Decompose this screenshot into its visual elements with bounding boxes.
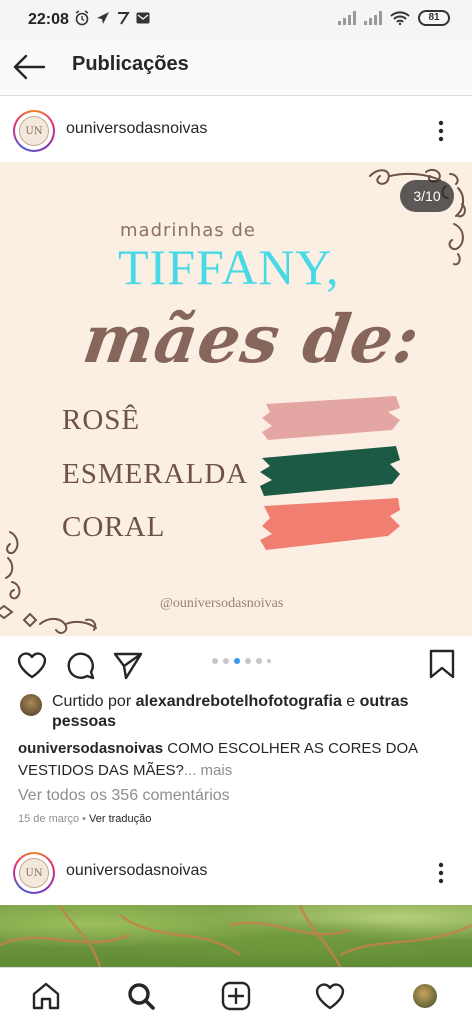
heart-icon[interactable]	[16, 650, 48, 680]
arrow-left-icon[interactable]	[12, 52, 46, 82]
liked-by-text[interactable]: Curtido por alexandrebotelhofotografia e…	[52, 692, 452, 732]
post-username[interactable]: ouniversodasnoivas	[66, 120, 207, 138]
carousel-dot	[256, 658, 262, 664]
carousel-counter: 3/10	[400, 180, 454, 212]
status-notification-icons	[74, 10, 150, 26]
carousel-dot	[223, 658, 229, 664]
color-label-coral: CORAL	[62, 511, 166, 543]
ornament-bottom-left	[0, 531, 97, 634]
post2-image[interactable]	[0, 905, 472, 967]
carousel-dot	[267, 659, 271, 663]
meta-separator: •	[82, 813, 87, 825]
carousel-dot	[245, 658, 251, 664]
swatch-coral	[260, 498, 400, 550]
wifi-icon	[390, 11, 410, 25]
carousel-dots	[212, 658, 271, 664]
translate-link[interactable]: Ver tradução	[89, 813, 151, 825]
page-title: Publicações	[72, 53, 189, 75]
caption-more-link[interactable]: ... mais	[184, 762, 232, 779]
swatch-rose	[262, 396, 400, 440]
new-post-icon[interactable]	[220, 980, 252, 1012]
comment-icon[interactable]	[64, 650, 96, 680]
color-label-esmeralda: ESMERALDA	[62, 458, 249, 490]
post-meta: 15 de março • Ver tradução	[18, 813, 151, 825]
image-text-line2: TIFFANY,	[118, 239, 340, 295]
post-date: 15 de março	[18, 813, 80, 825]
save-bookmark-icon[interactable]	[428, 648, 456, 680]
carousel-dot	[212, 658, 218, 664]
bottom-nav	[0, 967, 472, 1024]
alarm-icon	[75, 10, 89, 26]
post2-username[interactable]: ouniversodasnoivas	[66, 862, 207, 880]
post-header: UN ouniversodasnoivas	[0, 98, 472, 164]
status-system-icons: 81	[338, 10, 450, 26]
home-icon[interactable]	[30, 980, 62, 1012]
avatar[interactable]: UN	[13, 852, 55, 894]
activity-heart-icon[interactable]	[314, 980, 346, 1012]
image-text-line3: mães de:	[78, 300, 425, 378]
more-options-icon[interactable]	[431, 860, 451, 886]
post2-header: UN ouniversodasnoivas	[0, 840, 472, 906]
swatch-esmeralda	[260, 446, 400, 496]
battery-icon: 81	[418, 10, 450, 26]
liked-by-prefix: Curtido por	[52, 693, 136, 710]
color-label-rose: ROSÊ	[62, 404, 141, 436]
foliage-graphic	[0, 905, 472, 967]
search-icon[interactable]	[125, 980, 157, 1012]
telegram-icon	[118, 12, 130, 25]
avatar[interactable]: UN	[13, 110, 55, 152]
carousel-dot	[234, 658, 240, 664]
liker-avatar[interactable]	[20, 694, 42, 716]
view-comments-link[interactable]: Ver todos os 356 comentários	[18, 787, 230, 805]
profile-avatar[interactable]	[413, 984, 437, 1008]
avatar-logo: UN	[19, 116, 49, 146]
signal-icon	[338, 11, 356, 25]
signal-icon	[364, 11, 382, 25]
navigation-icon	[97, 12, 109, 24]
status-time: 22:08	[28, 11, 69, 28]
liked-by-and: e	[341, 693, 360, 710]
post-actions	[0, 640, 472, 688]
app-bar: Publicações	[0, 40, 472, 96]
avatar-logo: UN	[19, 858, 49, 888]
liked-by-user[interactable]: alexandrebotelhofotografia	[136, 693, 342, 710]
post-caption: ouniversodasnoivas COMO ESCOLHER AS CORE…	[18, 738, 458, 782]
caption-username[interactable]: ouniversodasnoivas	[18, 740, 163, 757]
gmail-icon	[136, 12, 150, 24]
more-options-icon[interactable]	[431, 118, 451, 144]
share-icon[interactable]	[112, 650, 144, 680]
status-bar: 22:08 81	[0, 0, 472, 40]
image-handle: @ouniversodasnoivas	[160, 596, 284, 611]
